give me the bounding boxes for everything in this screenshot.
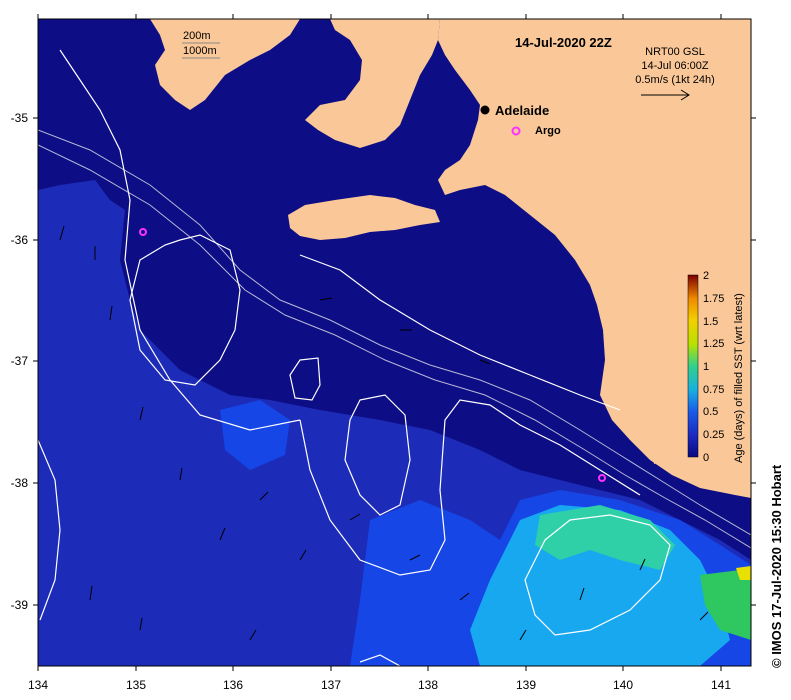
y-tick-labels: -35 -36 -37 -38 -39: [11, 111, 29, 612]
x-tick: 135: [126, 678, 146, 692]
colorbar-tick: 0: [703, 452, 709, 464]
y-tick: -37: [11, 354, 29, 368]
colorbar-tick: 0.25: [703, 429, 724, 441]
y-tick: -35: [11, 111, 29, 125]
x-tick: 136: [223, 678, 243, 692]
x-tick: 140: [613, 678, 633, 692]
colorbar-tick: 0.75: [703, 384, 724, 396]
product-line-2: 14-Jul 06:00Z: [641, 60, 709, 72]
x-tick: 134: [28, 678, 48, 692]
colorbar-tick: 1.25: [703, 338, 724, 350]
isobath-legend-200: 200m: [183, 30, 211, 42]
y-tick: -38: [11, 476, 29, 490]
x-tick: 138: [418, 678, 438, 692]
colorbar-tick: 1.75: [703, 293, 724, 305]
city-label: Adelaide: [495, 103, 549, 118]
argo-label: Argo: [535, 125, 561, 137]
x-tick: 137: [321, 678, 341, 692]
sst-map: 134 135 136 137 138 139 140 141 -35 -36 …: [11, 14, 784, 692]
colorbar-tick: 1.5: [703, 316, 718, 328]
colorbar-tick: 1: [703, 361, 709, 373]
colorbar-tick: 2: [703, 270, 709, 282]
map-plot: [38, 19, 751, 666]
product-info: NRT00 GSL 14-Jul 06:00Z 0.5m/s (1kt 24h): [635, 46, 714, 86]
isobath-legend-1000: 1000m: [183, 45, 217, 57]
credit-text: © IMOS 17-Jul-2020 15:30 Hobart: [769, 464, 784, 668]
colorbar-tick: 0.5: [703, 406, 718, 418]
city-dot-icon: [480, 105, 490, 115]
x-tick-labels: 134 135 136 137 138 139 140 141: [28, 678, 731, 692]
product-line-1: NRT00 GSL: [645, 46, 705, 58]
y-tick: -39: [11, 598, 29, 612]
product-line-3: 0.5m/s (1kt 24h): [635, 74, 714, 86]
colorbar: [687, 274, 699, 458]
map-title: 14-Jul-2020 22Z: [515, 35, 612, 50]
x-tick: 139: [516, 678, 536, 692]
x-tick: 141: [711, 678, 731, 692]
y-tick: -36: [11, 233, 29, 247]
colorbar-label: Age (days) of filled SST (wrt latest): [733, 293, 745, 463]
colorbar-ramp: [687, 274, 699, 458]
